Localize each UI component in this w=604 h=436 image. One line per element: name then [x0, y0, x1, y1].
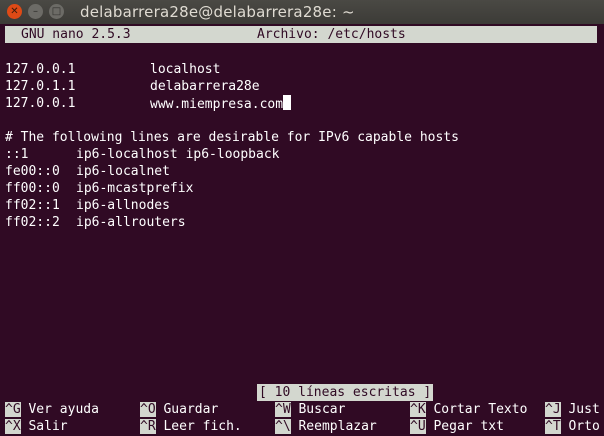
text-cursor — [283, 95, 292, 110]
window-title: delabarrera28e@delabarrera28e: ~ — [80, 3, 355, 21]
editor-line: 127.0.0.1 localhost — [5, 62, 221, 77]
terminal-area[interactable]: GNU nano 2.5.3 Archivo: /etc/hosts 127.0… — [0, 24, 604, 436]
shortcut-replace[interactable]: ^\ Reemplazar — [275, 418, 377, 435]
shortcut-search[interactable]: ^W Buscar — [275, 401, 345, 418]
editor-line: 127.0.1.1 delabarrera28e — [5, 79, 260, 94]
editor-line: ff02::2 ip6-allrouters — [5, 215, 186, 230]
editor-line: # The following lines are desirable for … — [5, 130, 459, 145]
shortcut-cut[interactable]: ^K Cortar Texto — [410, 401, 527, 418]
nano-filename: Archivo: /etc/hosts — [257, 27, 406, 42]
nano-version: GNU nano 2.5.3 — [21, 27, 131, 42]
shortcut-paste[interactable]: ^U Pegar txt — [410, 418, 504, 435]
minimize-icon[interactable]: – — [28, 4, 43, 19]
editor-line: fe00::0 ip6-localnet — [5, 164, 170, 179]
window-titlebar[interactable]: ✕ – □ delabarrera28e@delabarrera28e: ~ — [0, 0, 604, 24]
editor-line: 127.0.0.1 www.miempresa.com — [5, 95, 292, 112]
shortcut-justify[interactable]: ^J Just — [545, 401, 600, 418]
shortcut-help[interactable]: ^G Ver ayuda — [5, 401, 99, 418]
editor-line: ::1 ip6-localhost ip6-loopback — [5, 147, 280, 162]
shortcut-read-file[interactable]: ^R Leer fich. — [140, 418, 242, 435]
maximize-icon[interactable]: □ — [49, 4, 64, 19]
shortcut-exit[interactable]: ^X Salir — [5, 418, 68, 435]
status-message: [ 10 líneas escritas ] — [257, 384, 434, 401]
close-icon[interactable]: ✕ — [7, 4, 22, 19]
nano-header-bar: GNU nano 2.5.3 Archivo: /etc/hosts — [5, 26, 597, 43]
editor-line: ff02::1 ip6-allnodes — [5, 198, 170, 213]
shortcut-spell[interactable]: ^T Orto — [545, 418, 600, 435]
shortcut-save[interactable]: ^O Guardar — [140, 401, 218, 418]
editor-line: ff00::0 ip6-mcastprefix — [5, 181, 194, 196]
